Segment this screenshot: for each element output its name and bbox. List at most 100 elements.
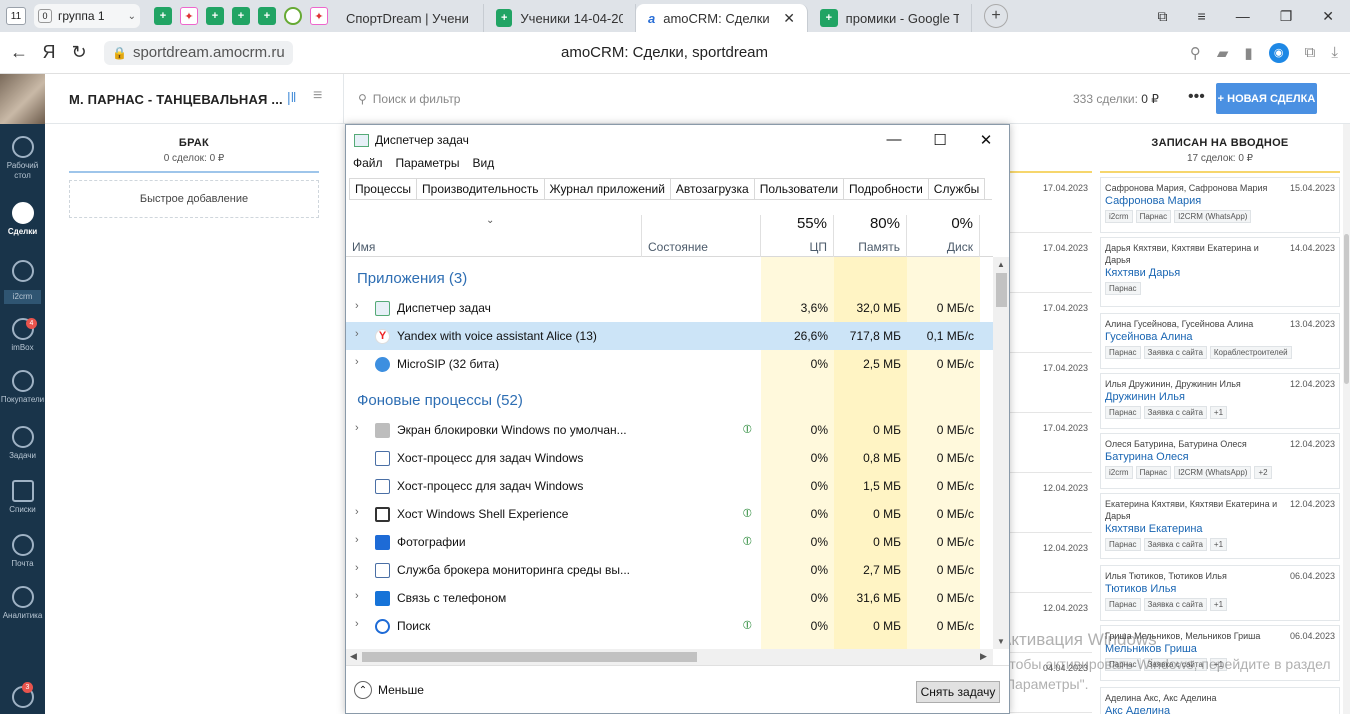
minimize-icon[interactable]: —	[1236, 8, 1250, 25]
reload-icon[interactable]: ↻	[64, 42, 94, 63]
deal-name-link[interactable]: Сафронова Мария	[1105, 194, 1335, 209]
tab-count[interactable]: 11	[6, 7, 26, 25]
deal-tag[interactable]: +1	[1209, 598, 1228, 611]
group-background[interactable]: Фоновые процессы (52)	[357, 392, 523, 409]
process-row[interactable]: Хост-процесс для задач Windows 0% 1,5 МБ 0 …	[346, 472, 993, 500]
process-row[interactable]: › Экран блокировки Windows по умолчан... ⦶…	[346, 416, 993, 444]
deal-name-link[interactable]: Кяхтяви Дарья	[1105, 266, 1335, 281]
process-row[interactable]: › Фотографии ⦶ 0% 0 МБ 0 МБ/с	[346, 528, 993, 556]
deal-tag[interactable]: +1	[1209, 538, 1228, 551]
deal-tag[interactable]: Кораблестроителей	[1209, 346, 1292, 359]
alice-icon[interactable]: ◉	[1268, 42, 1289, 63]
nav-mail[interactable]: Почта	[0, 534, 45, 569]
sport-icon[interactable]: ✦	[180, 7, 198, 25]
maximize-icon[interactable]: ☐	[917, 131, 963, 149]
deal-tag[interactable]: Парнас	[1105, 282, 1141, 295]
close-icon[interactable]: ✕	[783, 10, 795, 27]
nav-i2crm[interactable]	[0, 260, 45, 285]
account-avatar[interactable]	[0, 74, 45, 124]
close-icon[interactable]: ✕	[1322, 8, 1334, 25]
chevron-right-icon[interactable]: ›	[355, 506, 359, 518]
deal-tag[interactable]: I2CRM (WhatsApp)	[1174, 210, 1252, 223]
deal-card[interactable]: Екатерина Кяхтяви, Кяхтяви Екатерина и Д…	[1100, 493, 1340, 559]
sheet-icon[interactable]: +	[258, 7, 276, 25]
fewer-details-button[interactable]: ⌃ Меньше	[354, 681, 424, 699]
deal-tag[interactable]: Парнас	[1105, 346, 1141, 359]
chevron-right-icon[interactable]: ›	[355, 590, 359, 602]
tab-students[interactable]: + Ученики 14-04-202	[484, 4, 636, 32]
deal-name-link[interactable]: Батурина Олеся	[1105, 450, 1335, 465]
page-scrollbar[interactable]	[1343, 124, 1350, 714]
chevron-down-icon[interactable]: ⌄	[128, 11, 136, 22]
deal-tag[interactable]: Парнас	[1105, 598, 1141, 611]
column-disk-header[interactable]: 0% Диск	[907, 215, 980, 257]
process-list-scrollbar[interactable]: ▲ ▼	[993, 257, 1009, 649]
tab-group[interactable]: 0 группа 1 ⌄	[34, 4, 140, 28]
tab-startup[interactable]: Автозагрузка	[669, 178, 755, 199]
key-icon[interactable]: ⚲	[1190, 44, 1201, 62]
group-apps[interactable]: Приложения (3)	[357, 270, 467, 287]
bookmark-icon[interactable]: ▮	[1244, 44, 1252, 62]
download-icon[interactable]: ⤓	[1331, 44, 1338, 61]
kanban-view-icon[interactable]: |‖	[287, 89, 296, 105]
nav-lists[interactable]: Списки	[0, 480, 45, 515]
nav-deals[interactable]: Сделки	[0, 202, 45, 237]
list-view-icon[interactable]: ≡	[313, 87, 322, 105]
check-icon[interactable]	[284, 7, 302, 25]
deal-tag[interactable]: I2CRM (WhatsApp)	[1174, 466, 1252, 479]
deal-tag[interactable]: Заявка с сайта	[1143, 406, 1207, 419]
column-memory-header[interactable]: 80% Память	[834, 215, 907, 257]
deal-card[interactable]: Олеся Батурина, Батурина Олеся 12.04.2023…	[1100, 433, 1340, 489]
sport-icon[interactable]: ✦	[310, 7, 328, 25]
deal-name-link[interactable]: Дружинин Илья	[1105, 390, 1335, 405]
task-manager-titlebar[interactable]: Диспетчер задач — ☐ ✕	[346, 125, 1009, 155]
process-row[interactable]: › Y Yandex with voice assistant Alice (13)…	[346, 322, 993, 350]
minimize-icon[interactable]: —	[871, 131, 917, 149]
deal-name-link[interactable]: Тютиков Илья	[1105, 582, 1335, 597]
scroll-down-icon[interactable]: ▼	[997, 637, 1005, 646]
column-name-header[interactable]: ⌄ Имя	[346, 215, 642, 257]
nav-dashboard[interactable]: Рабочий стол	[0, 136, 45, 181]
menu-icon[interactable]: ≡	[1198, 8, 1206, 25]
end-task-button[interactable]: Снять задачу	[916, 681, 1000, 703]
chevron-right-icon[interactable]: ›	[355, 534, 359, 546]
new-deal-button[interactable]: + НОВАЯ СДЕЛКА	[1216, 83, 1317, 114]
deal-name-link[interactable]: Гусейнова Алина	[1105, 330, 1335, 345]
deal-tag[interactable]: +1	[1209, 406, 1228, 419]
quick-add-button[interactable]: Быстрое добавление	[69, 180, 319, 218]
tab-processes[interactable]: Процессы	[349, 178, 418, 199]
deal-tag[interactable]: i2crm	[1105, 466, 1133, 479]
chevron-right-icon[interactable]: ›	[355, 562, 359, 574]
tab-promiki[interactable]: + промики - Google T	[808, 4, 972, 32]
deal-tag[interactable]: Заявка с сайта	[1143, 598, 1207, 611]
chevron-right-icon[interactable]: ›	[355, 422, 359, 434]
url-field[interactable]: 🔒 sportdream.amocrm.ru	[104, 40, 293, 65]
sheet-icon[interactable]: +	[232, 7, 250, 25]
menu-view[interactable]: Вид	[472, 156, 494, 170]
chevron-right-icon[interactable]: ›	[355, 300, 359, 312]
scroll-thumb[interactable]	[996, 273, 1007, 307]
tab-sportdream[interactable]: СпортDream | Учени	[334, 4, 484, 32]
bookmark-icon[interactable]: ⧉	[1158, 8, 1168, 25]
close-icon[interactable]: ✕	[963, 131, 1009, 149]
column-status-header[interactable]: Состояние	[642, 215, 761, 257]
sheet-icon[interactable]: +	[206, 7, 224, 25]
scroll-thumb[interactable]	[1344, 234, 1349, 384]
back-icon[interactable]: ←	[4, 42, 34, 63]
deal-tag[interactable]: Заявка с сайта	[1143, 538, 1207, 551]
deal-tag[interactable]: Парнас	[1135, 466, 1172, 479]
deal-tag[interactable]: Парнас	[1105, 538, 1141, 551]
collections-icon[interactable]: ⧉	[1305, 44, 1316, 61]
column-cpu-header[interactable]: 55% ЦП	[761, 215, 834, 257]
process-row[interactable]: › Связь с телефоном 0% 31,6 МБ 0 МБ/с	[346, 584, 993, 612]
tab-users[interactable]: Пользователи	[753, 178, 845, 199]
process-row[interactable]: Хост-процесс для задач Windows 0% 0,8 МБ 0 …	[346, 444, 993, 472]
process-row[interactable]: › Служба брокера мониторинга среды вы... 0…	[346, 556, 993, 584]
nav-imbox[interactable]: imBox	[0, 318, 45, 353]
deal-tag[interactable]: +2	[1254, 466, 1272, 479]
nav-analytics[interactable]: Аналитика	[0, 586, 45, 621]
deal-tag[interactable]: Заявка с сайта	[1143, 346, 1207, 359]
tab-app-history[interactable]: Журнал приложений	[543, 178, 671, 199]
process-row[interactable]: › Диспетчер задач 3,6% 32,0 МБ 0 МБ/с	[346, 294, 993, 322]
comment-icon[interactable]: ▰	[1217, 44, 1229, 62]
